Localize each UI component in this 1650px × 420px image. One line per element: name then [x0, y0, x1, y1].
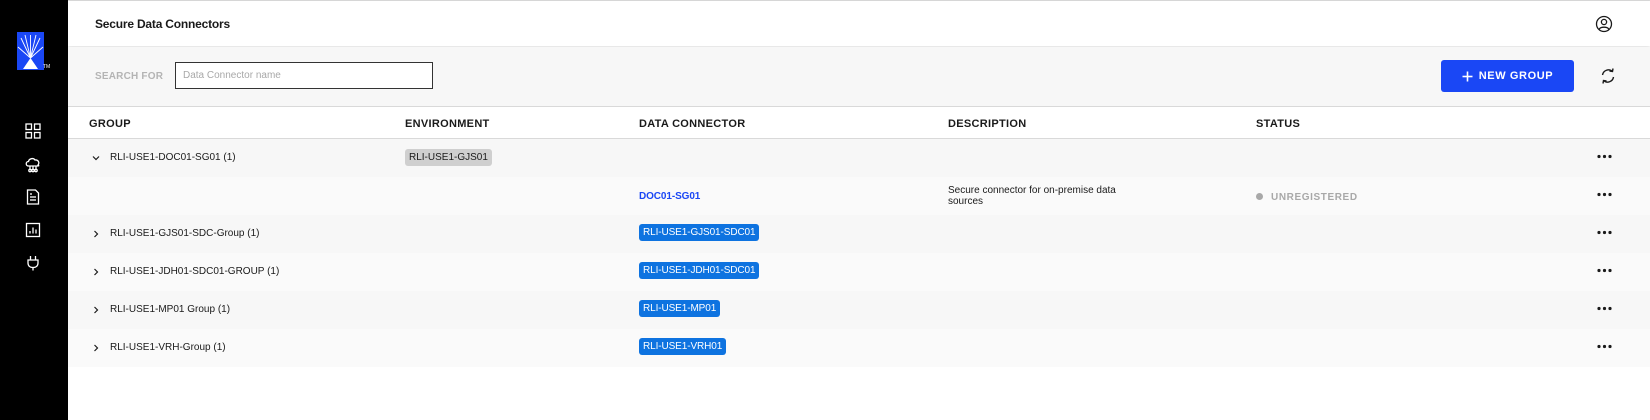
column-header-description[interactable]: DESCRIPTION: [948, 118, 1026, 130]
group-name: RLI-USE1-VRH-Group (1): [110, 342, 226, 353]
column-header-environment[interactable]: ENVIRONMENT: [405, 118, 490, 130]
table-row[interactable]: RLI-USE1-JDH01-SDC01-GROUP (1) RLI-USE1-…: [68, 253, 1650, 291]
report-chart-icon[interactable]: [24, 221, 42, 239]
data-connector-chip[interactable]: RLI-USE1-JDH01-SDC01: [639, 262, 760, 279]
trademark-mark: TM: [43, 64, 51, 70]
search-label: SEARCH FOR: [95, 71, 164, 82]
connector-description: Secure connector for on-premise data sou…: [948, 185, 1116, 207]
table-row[interactable]: RLI-USE1-GJS01-SDC-Group (1) RLI-USE1-GJ…: [68, 215, 1650, 253]
chevron-right-icon[interactable]: [91, 343, 101, 353]
chevron-right-icon[interactable]: [91, 305, 101, 315]
group-name: RLI-USE1-GJS01-SDC-Group (1): [110, 228, 260, 239]
group-name: RLI-USE1-JDH01-SDC01-GROUP (1): [110, 266, 280, 277]
document-icon[interactable]: [24, 188, 42, 206]
plus-icon: [1462, 71, 1473, 81]
cloud-network-icon[interactable]: [24, 155, 42, 173]
chevron-right-icon[interactable]: [91, 229, 101, 239]
group-name: RLI-USE1-MP01 Group (1): [110, 304, 231, 315]
data-connector-chip[interactable]: RLI-USE1-MP01: [639, 300, 721, 317]
status-dot: [1256, 193, 1263, 200]
environment-chip: RLI-USE1-GJS01: [405, 149, 492, 166]
table-row[interactable]: RLI-USE1-DOC01-SG01 (1) RLI-USE1-GJS01: [68, 139, 1650, 177]
connectors-table: GROUP ENVIRONMENT DATA CONNECTOR DESCRIP…: [68, 106, 1650, 367]
status-text: UNREGISTERED: [1271, 192, 1358, 203]
more-options-icon[interactable]: [1597, 230, 1612, 235]
more-options-icon[interactable]: [1597, 154, 1612, 159]
data-connector-chip[interactable]: RLI-USE1-GJS01-SDC01: [639, 224, 760, 241]
new-group-label: NEW GROUP: [1478, 70, 1554, 82]
chevron-right-icon[interactable]: [91, 267, 101, 277]
page-title: Secure Data Connectors: [95, 17, 230, 31]
data-connector-link[interactable]: DOC01-SG01: [639, 191, 700, 202]
status-badge: UNREGISTERED: [1256, 192, 1358, 203]
more-options-icon[interactable]: [1597, 306, 1612, 311]
column-header-status[interactable]: STATUS: [1256, 118, 1300, 130]
chevron-down-icon[interactable]: [91, 153, 101, 163]
table-row[interactable]: DOC01-SG01 Secure connector for on-premi…: [68, 177, 1650, 215]
header-bar: Secure Data Connectors: [68, 1, 1650, 46]
more-options-icon[interactable]: [1597, 344, 1612, 349]
sidebar: TM: [0, 0, 68, 420]
table-row[interactable]: RLI-USE1-VRH-Group (1) RLI-USE1-VRH01: [68, 329, 1650, 367]
data-connector-chip[interactable]: RLI-USE1-VRH01: [639, 338, 727, 355]
column-header-data-connector[interactable]: DATA CONNECTOR: [639, 118, 745, 130]
column-header-group[interactable]: GROUP: [89, 118, 131, 130]
dashboard-icon[interactable]: [24, 122, 42, 140]
new-group-button[interactable]: NEW GROUP: [1441, 60, 1574, 92]
group-name: RLI-USE1-DOC01-SG01 (1): [110, 152, 236, 163]
table-row[interactable]: RLI-USE1-MP01 Group (1) RLI-USE1-MP01: [68, 291, 1650, 329]
more-options-icon[interactable]: [1597, 268, 1612, 273]
plug-icon[interactable]: [24, 254, 42, 272]
refresh-icon[interactable]: [1599, 67, 1617, 85]
search-input[interactable]: [175, 62, 433, 89]
more-options-icon[interactable]: [1597, 192, 1612, 197]
company-logo[interactable]: [17, 32, 44, 70]
toolbar: SEARCH FOR NEW GROUP: [68, 47, 1650, 106]
table-header: GROUP ENVIRONMENT DATA CONNECTOR DESCRIP…: [68, 106, 1650, 139]
main-content: Secure Data Connectors SEARCH FOR NEW GR…: [68, 0, 1650, 420]
user-account-icon[interactable]: [1595, 15, 1613, 33]
